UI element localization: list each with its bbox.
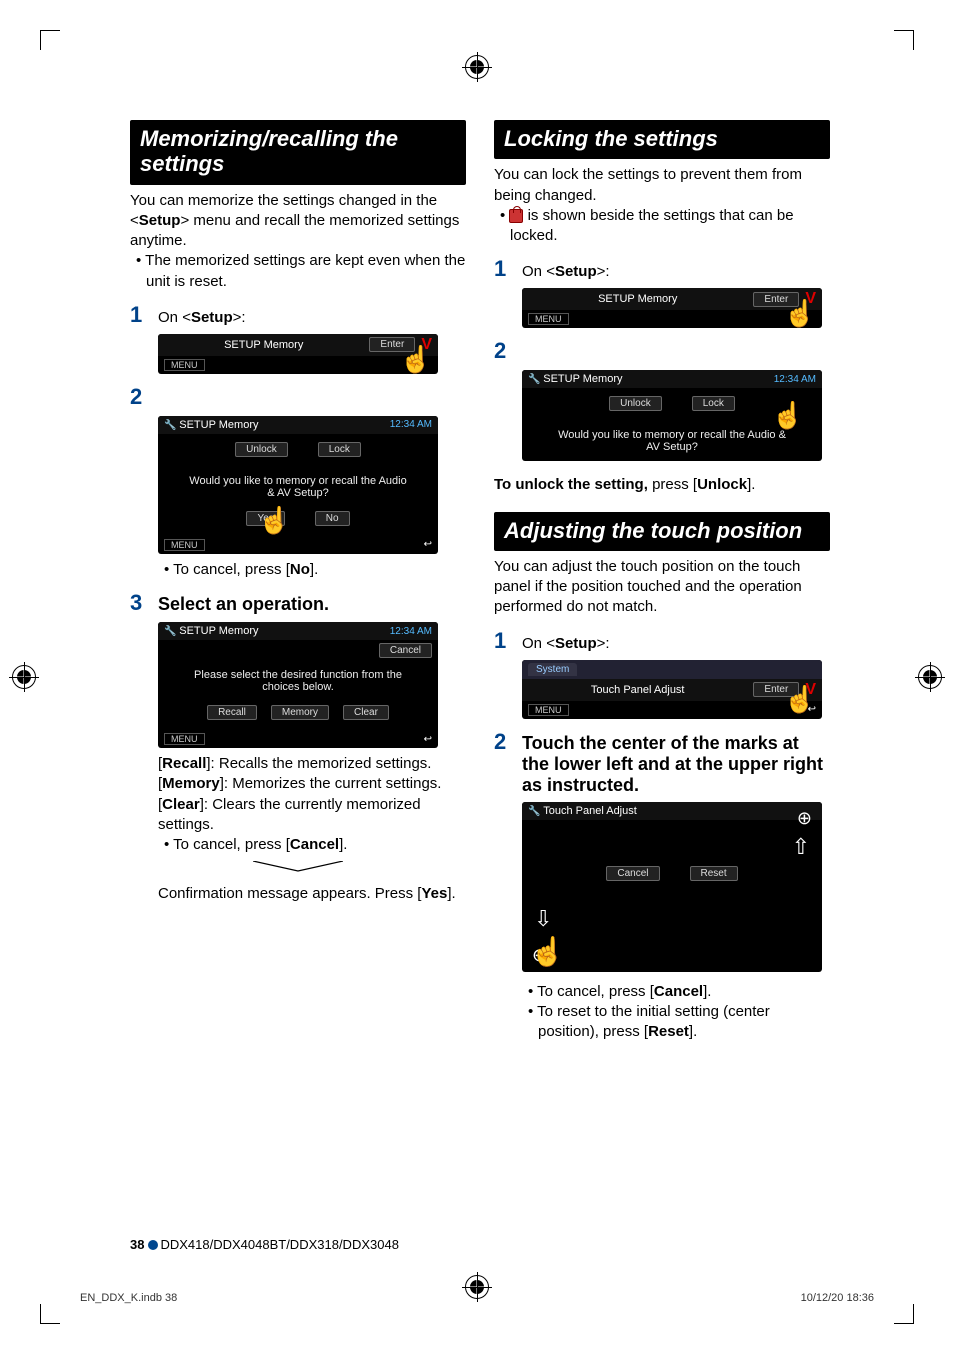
step-number: 2 bbox=[494, 338, 512, 364]
intro-text: You can memorize the settings changed in… bbox=[130, 191, 466, 252]
heading-text: Adjusting the touch position bbox=[504, 518, 820, 543]
screen-title: SETUP Memory bbox=[179, 419, 258, 431]
page-footer: 38 DDX418/DDX4048BT/DDX318/DDX3048 bbox=[130, 1237, 399, 1252]
section-heading-locking: Locking the settings bbox=[494, 120, 830, 159]
hand-pointer-icon: ☝ bbox=[772, 400, 804, 431]
bullet-text: is shown beside the settings that can be… bbox=[494, 206, 830, 247]
desc-clear: [Clear]: Clears the currently memorized … bbox=[158, 795, 466, 836]
step-number: 2 bbox=[494, 729, 512, 755]
intro-text: You can adjust the touch position on the… bbox=[494, 557, 830, 618]
dot-icon bbox=[148, 1240, 158, 1250]
screen-title: Touch Panel Adjust bbox=[543, 805, 637, 817]
clock-label: 12:34 AM bbox=[774, 374, 816, 385]
menu-button[interactable]: MENU bbox=[164, 733, 205, 745]
arrow-up-icon: ⇧ bbox=[792, 834, 810, 860]
page-number: 38 bbox=[130, 1237, 144, 1252]
step-heading: Touch the center of the marks at the low… bbox=[522, 733, 830, 796]
memory-button[interactable]: Memory bbox=[271, 705, 329, 720]
hand-pointer-icon: ☝ bbox=[784, 684, 816, 715]
bullet-text: To cancel, press [No]. bbox=[158, 560, 466, 580]
screen-title: SETUP Memory bbox=[224, 339, 303, 351]
screenshot-select-operation: 🔧 SETUP Memory 12:34 AM Cancel Please se… bbox=[158, 622, 438, 748]
right-column: Locking the settings You can lock the se… bbox=[494, 120, 830, 1042]
back-icon[interactable]: ↩ bbox=[424, 734, 432, 745]
crop-mark bbox=[894, 30, 914, 50]
registration-mark-icon bbox=[465, 55, 489, 79]
screenshot-setup-memory-enter-r: SETUP Memory Enter V MENU ☝ bbox=[522, 288, 822, 328]
step-number: 1 bbox=[494, 256, 512, 282]
clock-label: 12:34 AM bbox=[390, 419, 432, 430]
clear-button[interactable]: Clear bbox=[343, 705, 389, 720]
confirm-text: Confirmation message appears. Press [Yes… bbox=[158, 884, 466, 904]
screen-title: SETUP Memory bbox=[179, 625, 258, 637]
unlock-note: To unlock the setting, press [Unlock]. bbox=[494, 475, 830, 495]
screenshot-lock-prompt: 🔧 SETUP Memory 12:34 AM Unlock Lock Woul… bbox=[522, 370, 822, 461]
registration-mark-icon bbox=[12, 665, 36, 689]
intro-text: You can lock the settings to prevent the… bbox=[494, 165, 830, 206]
step-text: On <Setup>: bbox=[522, 635, 830, 652]
prompt-text: Would you like to memory or recall the A… bbox=[158, 467, 438, 507]
unlock-button[interactable]: Unlock bbox=[609, 396, 662, 411]
no-button[interactable]: No bbox=[315, 511, 350, 526]
tab-system[interactable]: System bbox=[528, 663, 577, 676]
menu-button[interactable]: MENU bbox=[528, 313, 569, 325]
registration-mark-icon bbox=[918, 665, 942, 689]
step-number: 1 bbox=[494, 628, 512, 654]
lock-button[interactable]: Lock bbox=[692, 396, 735, 411]
back-icon[interactable]: ↩ bbox=[424, 539, 432, 550]
screen-title: SETUP Memory bbox=[543, 373, 622, 385]
bullet-text: To cancel, press [Cancel]. bbox=[522, 982, 830, 1002]
models-label: DDX418/DDX4048BT/DDX318/DDX3048 bbox=[160, 1237, 398, 1252]
lock-icon bbox=[509, 209, 523, 223]
crop-mark bbox=[894, 1304, 914, 1324]
recall-button[interactable]: Recall bbox=[207, 705, 257, 720]
step-text: On <Setup>: bbox=[158, 309, 466, 326]
step-text: On <Setup>: bbox=[522, 263, 830, 280]
print-footer-right: 10/12/20 18:36 bbox=[801, 1292, 874, 1304]
flow-divider-icon bbox=[130, 861, 466, 880]
menu-button[interactable]: MENU bbox=[528, 704, 569, 716]
unlock-button[interactable]: Unlock bbox=[235, 442, 288, 457]
heading-text: Memorizing/recalling the settings bbox=[140, 126, 456, 177]
print-footer-left: EN_DDX_K.indb 38 bbox=[80, 1292, 177, 1304]
desc-recall: [Recall]: Recalls the memorized settings… bbox=[158, 754, 466, 774]
clock-label: 12:34 AM bbox=[390, 626, 432, 637]
cancel-button[interactable]: Cancel bbox=[606, 866, 659, 881]
prompt-text: Please select the desired function from … bbox=[158, 661, 438, 701]
screenshot-touch-adjust-enter: System Touch Panel Adjust Enter V MENU ☝… bbox=[522, 660, 822, 719]
reset-button[interactable]: Reset bbox=[690, 866, 738, 881]
hand-pointer-icon: ☝ bbox=[258, 505, 290, 536]
crop-mark bbox=[40, 30, 60, 50]
lock-button[interactable]: Lock bbox=[318, 442, 361, 457]
hand-pointer-icon: ☝ bbox=[530, 935, 565, 968]
cancel-button[interactable]: Cancel bbox=[379, 643, 432, 658]
target-icon[interactable]: ⊕ bbox=[797, 808, 812, 829]
screen-title: Touch Panel Adjust bbox=[591, 684, 685, 696]
desc-memory: [Memory]: Memorizes the current settings… bbox=[158, 774, 466, 794]
screenshot-touch-adjust: 🔧 Touch Panel Adjust ⊕ ⇧ Cancel Reset ⇩ … bbox=[522, 802, 822, 972]
hand-pointer-icon: ☝ bbox=[784, 298, 816, 328]
arrow-down-icon: ⇩ bbox=[534, 906, 552, 932]
registration-mark-icon bbox=[465, 1275, 489, 1299]
page: Memorizing/recalling the settings You ca… bbox=[0, 0, 954, 1354]
heading-text: Locking the settings bbox=[504, 126, 820, 151]
bullet-text: To reset to the initial setting (center … bbox=[522, 1002, 830, 1043]
crop-mark bbox=[40, 1304, 60, 1324]
menu-button[interactable]: MENU bbox=[164, 539, 205, 551]
step-number: 1 bbox=[130, 302, 148, 328]
step-heading: Select an operation. bbox=[158, 594, 466, 615]
screenshot-setup-memory-enter: SETUP Memory Enter V MENU ☝ bbox=[158, 334, 438, 374]
left-column: Memorizing/recalling the settings You ca… bbox=[130, 120, 466, 1042]
bullet-text: To cancel, press [Cancel]. bbox=[158, 835, 466, 855]
screen-title: SETUP Memory bbox=[598, 293, 677, 305]
menu-button[interactable]: MENU bbox=[164, 359, 205, 371]
bullet-text: The memorized settings are kept even whe… bbox=[130, 251, 466, 292]
screenshot-memory-recall-prompt: 🔧 SETUP Memory 12:34 AM Unlock Lock Woul… bbox=[158, 416, 438, 554]
section-heading-touch: Adjusting the touch position bbox=[494, 512, 830, 551]
step-number: 2 bbox=[130, 384, 148, 410]
section-heading-memorizing: Memorizing/recalling the settings bbox=[130, 120, 466, 185]
step-number: 3 bbox=[130, 590, 148, 616]
hand-pointer-icon: ☝ bbox=[400, 344, 432, 374]
